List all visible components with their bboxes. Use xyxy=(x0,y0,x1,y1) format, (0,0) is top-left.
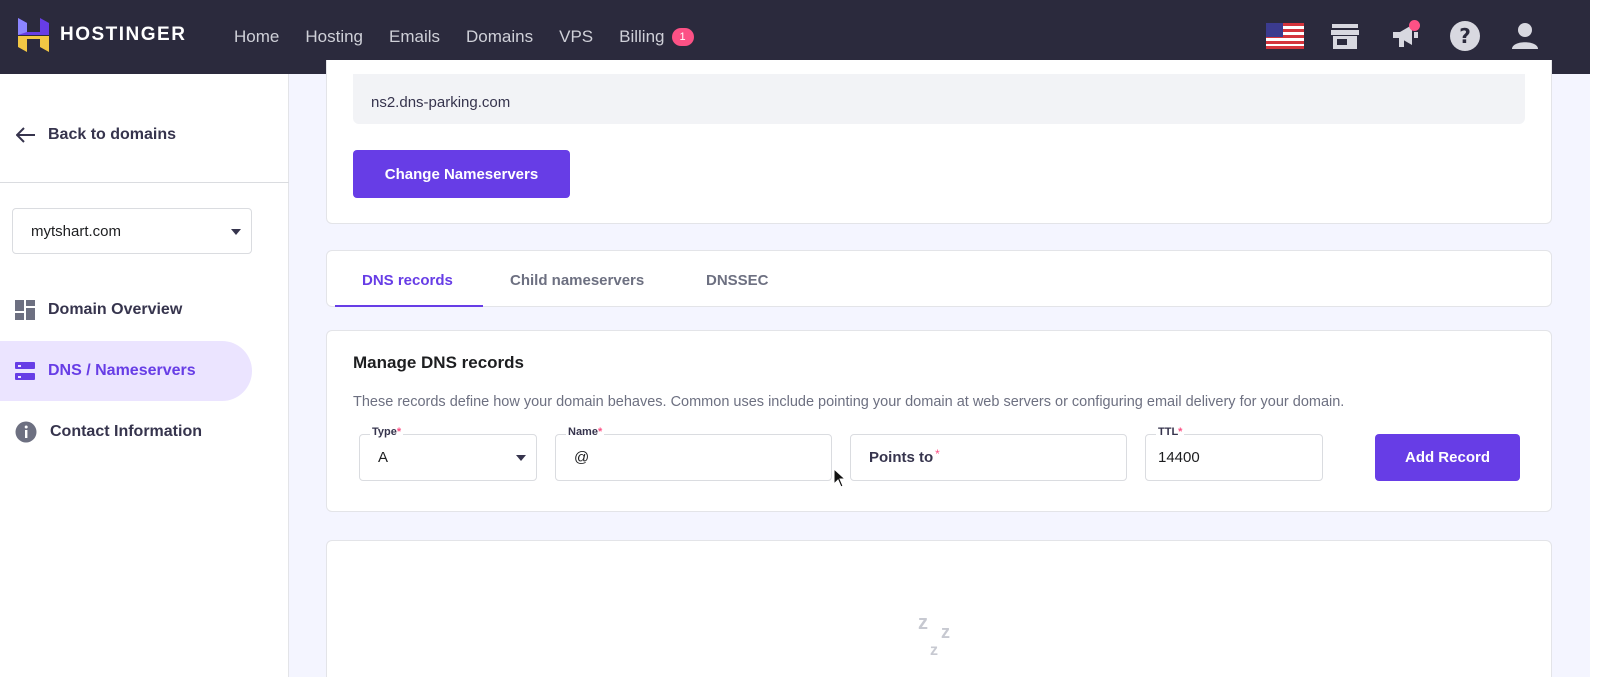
points-to-input[interactable]: Points to * xyxy=(850,434,1127,481)
hostinger-logo-icon xyxy=(18,18,49,52)
sidebar-item-dns-nameservers[interactable]: DNS / Nameservers xyxy=(0,341,252,401)
dns-icon xyxy=(15,362,35,380)
svg-text:?: ? xyxy=(1459,24,1471,48)
top-icons: ? xyxy=(1266,18,1544,54)
record-type-label: Type* xyxy=(370,426,404,438)
chevron-down-icon xyxy=(516,455,526,461)
nameserver-2-value: ns2.dns-parking.com xyxy=(371,94,511,111)
active-tab-indicator xyxy=(335,305,483,307)
info-icon xyxy=(15,421,37,443)
change-nameservers-button[interactable]: Change Nameservers xyxy=(353,150,570,198)
sidebar-item-label: Domain Overview xyxy=(48,301,183,318)
sidebar-item-label: DNS / Nameservers xyxy=(48,362,196,379)
record-name-label: Name* xyxy=(566,426,605,438)
us-flag-icon[interactable] xyxy=(1266,18,1304,54)
required-mark: * xyxy=(935,446,940,461)
sidebar: Back to domains mytshart.com Domain Over… xyxy=(0,74,289,677)
brand-name: HOSTINGER xyxy=(60,24,187,45)
notification-dot xyxy=(1409,20,1420,31)
tab-dns-records[interactable]: DNS records xyxy=(362,272,453,289)
manage-dns-description: These records define how your domain beh… xyxy=(353,394,1345,410)
record-type-select[interactable]: Type* A xyxy=(359,426,537,481)
record-type-value: A xyxy=(378,449,389,466)
nav-domains[interactable]: Domains xyxy=(466,27,533,47)
hostinger-logo[interactable]: HOSTINGER xyxy=(18,18,186,52)
dashboard-icon xyxy=(15,300,35,320)
manage-dns-title: Manage DNS records xyxy=(353,353,524,372)
nameserver-2-field: ns2.dns-parking.com xyxy=(353,74,1525,124)
mouse-cursor-icon xyxy=(833,468,847,488)
record-name-value: @ xyxy=(574,449,590,466)
add-record-button[interactable]: Add Record xyxy=(1375,434,1520,481)
record-name-input[interactable]: Name* @ xyxy=(555,426,832,481)
help-icon[interactable]: ? xyxy=(1446,18,1484,54)
nav-emails[interactable]: Emails xyxy=(389,27,440,47)
store-icon[interactable] xyxy=(1326,18,1364,54)
back-to-domains-link[interactable]: Back to domains xyxy=(16,126,176,144)
dns-records-list-card xyxy=(326,540,1552,677)
chevron-down-icon xyxy=(231,229,241,235)
sidebar-item-domain-overview[interactable]: Domain Overview xyxy=(0,280,252,340)
nav-billing[interactable]: Billing 1 xyxy=(619,27,694,47)
domain-selector-value: mytshart.com xyxy=(31,222,122,240)
ttl-value: 14400 xyxy=(1158,449,1200,466)
nav-billing-label: Billing xyxy=(619,27,665,46)
account-icon[interactable] xyxy=(1506,18,1544,54)
sidebar-item-label: Contact Information xyxy=(50,423,202,440)
back-to-domains-label: Back to domains xyxy=(48,126,177,143)
nav-hosting[interactable]: Hosting xyxy=(305,27,363,47)
sidebar-item-contact-information[interactable]: Contact Information xyxy=(0,402,252,462)
tab-dnssec[interactable]: DNSSEC xyxy=(706,272,769,289)
points-to-placeholder: Points to xyxy=(869,449,934,466)
ttl-label: TTL* xyxy=(1156,426,1185,438)
sidebar-divider xyxy=(0,182,289,183)
tab-child-nameservers[interactable]: Child nameservers xyxy=(510,272,644,289)
nav-home[interactable]: Home xyxy=(234,27,279,47)
domain-selector[interactable]: mytshart.com xyxy=(12,208,252,254)
announcement-icon[interactable] xyxy=(1386,18,1424,54)
billing-badge: 1 xyxy=(671,28,694,46)
nav-vps[interactable]: VPS xyxy=(559,27,593,47)
ttl-input[interactable]: TTL* 14400 xyxy=(1145,426,1323,481)
window-edge xyxy=(1590,0,1600,677)
arrow-left-icon xyxy=(16,127,35,143)
